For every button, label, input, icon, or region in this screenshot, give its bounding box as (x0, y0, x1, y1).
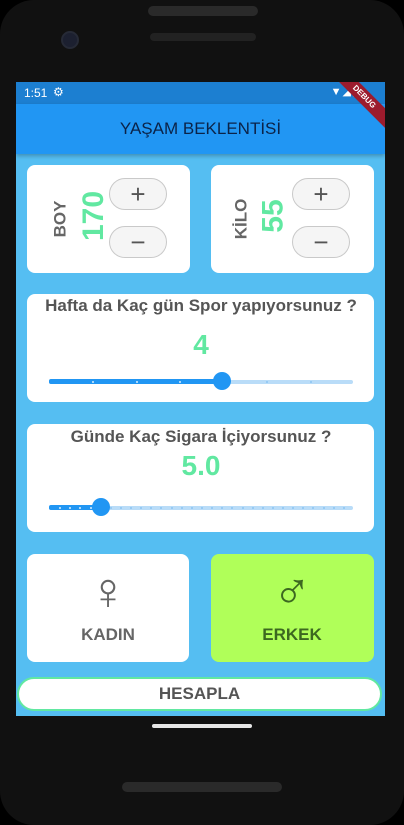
slider-tick (201, 507, 203, 509)
status-bar: 1:51 ⚙ ▼◢▮ (16, 82, 385, 104)
kilo-label: KİLO (231, 198, 251, 240)
kilo-plus-button[interactable]: + (292, 178, 350, 210)
slider-tick (309, 381, 312, 383)
phone-frame: 1:51 ⚙ ▼◢▮ YAŞAM BEKLENTİSİ DEBUG BOY 17… (0, 0, 404, 825)
home-indicator[interactable] (152, 724, 252, 728)
app-bar: YAŞAM BEKLENTİSİ (16, 104, 385, 154)
slider-tick (342, 507, 345, 509)
slider-tick (170, 507, 173, 509)
slider-tick (135, 381, 138, 383)
kilo-card: KİLO 55 + − (211, 165, 374, 273)
female-icon: ♀ (88, 563, 128, 621)
top-speaker (148, 6, 258, 16)
status-time: 1:51 (24, 86, 48, 100)
slider-tick (119, 507, 122, 509)
app-screen: 1:51 ⚙ ▼◢▮ YAŞAM BEKLENTİSİ DEBUG BOY 17… (16, 82, 385, 716)
boy-value: 170 (77, 190, 111, 242)
sigara-slider[interactable] (49, 498, 353, 518)
spor-card: Hafta da Kaç gün Spor yapıyorsunuz ? 4 (27, 294, 374, 402)
slider-tick (190, 507, 193, 509)
sigara-question: Günde Kaç Sigara İçiyorsunuz ? (70, 427, 332, 446)
kilo-value: 55 (256, 199, 290, 233)
boy-card: BOY 170 + − (27, 165, 190, 273)
earpiece (150, 33, 256, 41)
sigara-card: Günde Kaç Sigara İçiyorsunuz ? 5.0 (27, 424, 374, 532)
slider-tick (241, 507, 244, 509)
kilo-minus-button[interactable]: − (292, 226, 350, 258)
slider-tick (261, 507, 264, 509)
slider-tick (271, 507, 274, 509)
spor-question: Hafta da Kaç gün Spor yapıyorsunuz ? (45, 296, 357, 315)
sigara-value: 5.0 (181, 450, 221, 481)
settings-icon: ⚙ (53, 85, 64, 99)
slider-tick (180, 507, 183, 509)
slider-tick (322, 507, 325, 509)
spor-slider[interactable] (49, 372, 353, 392)
page-title: YAŞAM BEKLENTİSİ (119, 119, 282, 138)
front-camera (61, 31, 79, 49)
boy-minus-button[interactable]: − (109, 226, 167, 258)
female-label: KADIN (81, 625, 135, 644)
slider-tick (251, 507, 254, 509)
male-label: ERKEK (262, 625, 322, 644)
bottom-speaker (122, 782, 282, 792)
female-card[interactable]: ♀ KADIN (27, 554, 189, 662)
hesapla-button[interactable]: HESAPLA (17, 677, 382, 711)
boy-plus-button[interactable]: + (109, 178, 167, 210)
slider-tick (332, 507, 335, 509)
male-icon: ♂ (272, 563, 312, 621)
spor-value: 4 (193, 329, 209, 360)
boy-label: BOY (50, 200, 70, 238)
slider-thumb[interactable] (213, 372, 232, 390)
male-card[interactable]: ♂ ERKEK (211, 554, 374, 662)
slider-tick (109, 507, 112, 509)
slider-thumb[interactable] (91, 498, 110, 516)
